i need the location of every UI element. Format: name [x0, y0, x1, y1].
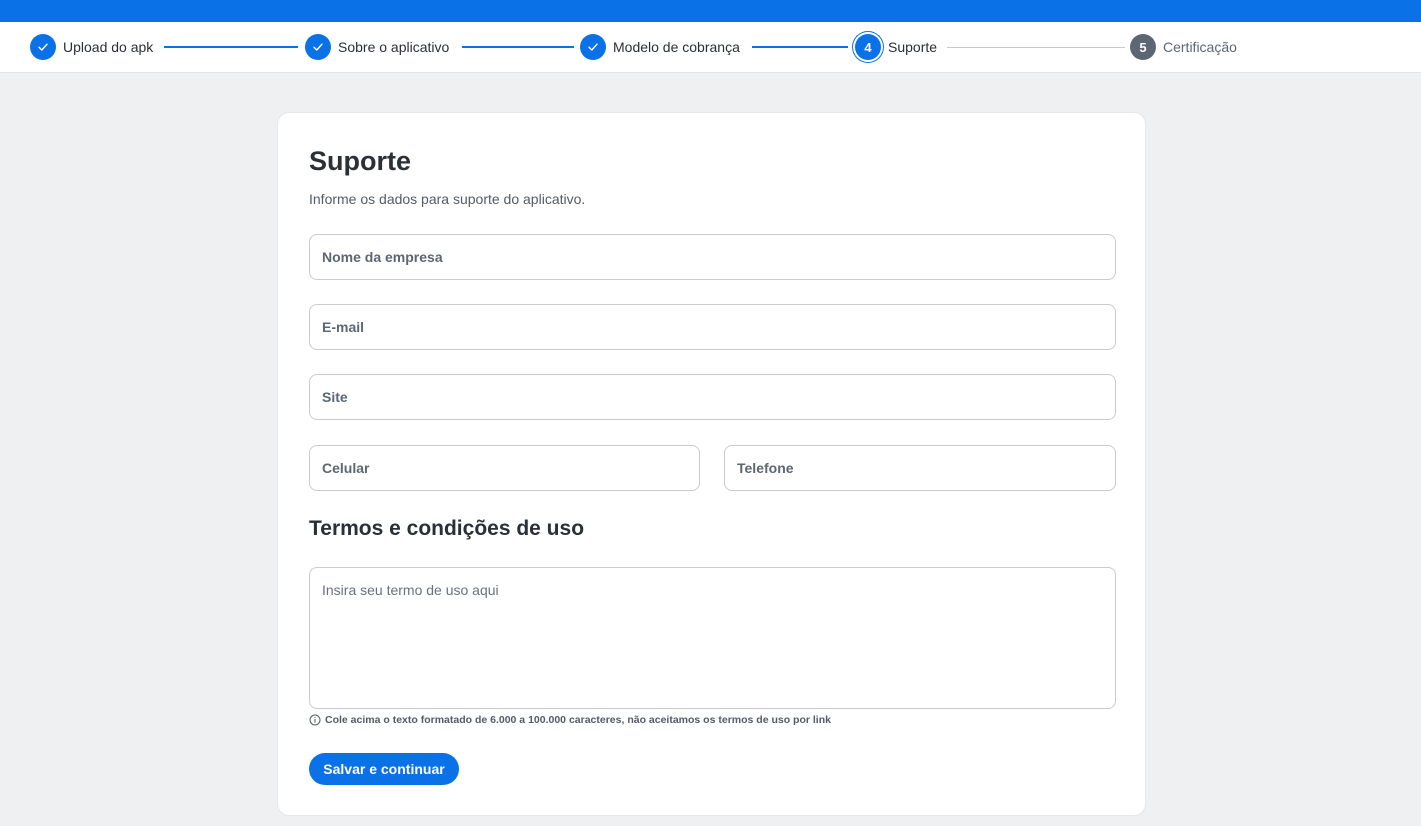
terms-textarea[interactable]	[309, 567, 1116, 709]
step-label: Certificação	[1163, 39, 1237, 55]
phone-input[interactable]	[724, 445, 1116, 491]
step-connector	[462, 46, 574, 48]
save-and-continue-button[interactable]: Salvar e continuar	[309, 753, 459, 785]
page-subtitle: Informe os dados para suporte do aplicat…	[309, 191, 586, 207]
step-label: Upload do apk	[63, 39, 154, 55]
step-label: Modelo de cobrança	[613, 39, 740, 55]
step-connector	[164, 46, 298, 48]
step-label: Sobre o aplicativo	[338, 39, 450, 55]
top-bar	[0, 0, 1421, 22]
step-connector	[947, 46, 1125, 48]
step-number: 5	[1130, 34, 1156, 60]
step-certificacao[interactable]: 5 Certificação	[1130, 34, 1237, 60]
step-modelo-de-cobranca[interactable]: Modelo de cobrança	[580, 34, 740, 60]
step-upload-apk[interactable]: Upload do apk	[30, 34, 153, 60]
step-done-check-icon	[30, 34, 56, 60]
info-icon	[309, 714, 321, 726]
step-done-check-icon	[305, 34, 331, 60]
mobile-input[interactable]	[309, 445, 700, 491]
step-number: 4	[855, 34, 881, 60]
company-name-input[interactable]	[309, 234, 1116, 280]
email-input[interactable]	[309, 304, 1116, 350]
support-form-card: Suporte Informe os dados para suporte do…	[277, 112, 1146, 816]
step-done-check-icon	[580, 34, 606, 60]
step-label: Suporte	[888, 39, 938, 55]
step-sobre-o-aplicativo[interactable]: Sobre o aplicativo	[305, 34, 449, 60]
terms-section-title: Termos e condições de uso	[309, 517, 585, 540]
step-connector	[752, 46, 848, 48]
terms-hint-text: Cole acima o texto formatado de 6.000 a …	[325, 714, 831, 726]
page-title: Suporte	[309, 146, 412, 176]
site-input[interactable]	[309, 374, 1116, 420]
step-suporte[interactable]: 4 Suporte	[855, 34, 937, 60]
terms-hint: Cole acima o texto formatado de 6.000 a …	[309, 714, 831, 726]
